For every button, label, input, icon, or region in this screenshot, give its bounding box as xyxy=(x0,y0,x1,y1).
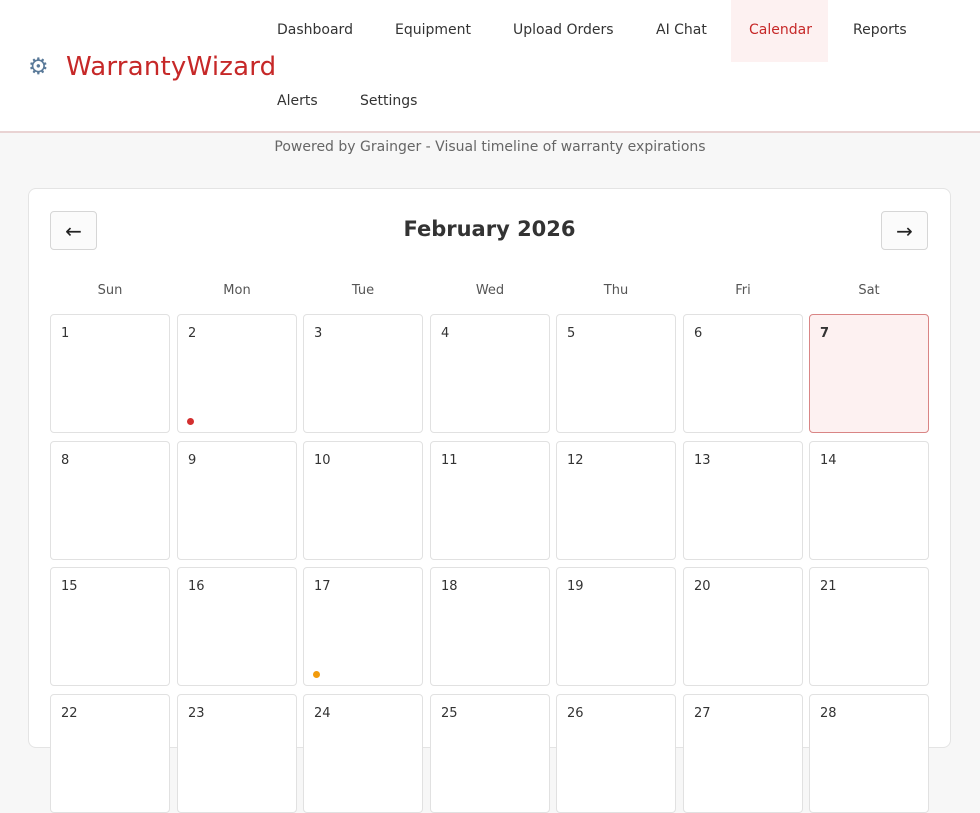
day-number: 8 xyxy=(61,453,70,468)
calendar-day[interactable]: 15 xyxy=(50,567,170,686)
day-number: 24 xyxy=(314,706,331,721)
day-number: 21 xyxy=(820,579,837,594)
day-number: 19 xyxy=(567,579,584,594)
weekday-sat: Sat xyxy=(858,283,880,298)
calendar-day[interactable]: 27 xyxy=(683,694,803,813)
next-month-button[interactable]: → xyxy=(881,211,928,250)
gear-icon: ⚙ xyxy=(28,54,49,80)
calendar-day[interactable]: 28 xyxy=(809,694,929,813)
calendar-day[interactable]: 21 xyxy=(809,567,929,686)
calendar-day[interactable]: 14 xyxy=(809,441,929,560)
calendar-day[interactable]: 10 xyxy=(303,441,423,560)
day-number: 28 xyxy=(820,706,837,721)
nav-settings[interactable]: Settings xyxy=(360,93,417,109)
month-title: February 2026 xyxy=(403,217,576,241)
day-number: 5 xyxy=(567,326,576,341)
calendar-day[interactable]: 16 xyxy=(177,567,297,686)
calendar-day[interactable]: 22 xyxy=(50,694,170,813)
nav-reports[interactable]: Reports xyxy=(853,22,907,38)
calendar-day[interactable]: 26 xyxy=(556,694,676,813)
day-number: 4 xyxy=(441,326,450,341)
day-number: 7 xyxy=(820,326,830,341)
day-number: 13 xyxy=(694,453,711,468)
day-number: 10 xyxy=(314,453,331,468)
nav-equipment[interactable]: Equipment xyxy=(395,22,471,38)
day-number: 15 xyxy=(61,579,78,594)
nav-dashboard[interactable]: Dashboard xyxy=(277,22,353,38)
brand[interactable]: ⚙ WarrantyWizard xyxy=(28,48,276,86)
nav-calendar[interactable]: Calendar xyxy=(749,22,812,38)
arrow-right-icon: → xyxy=(896,218,913,243)
brand-name: WarrantyWizard xyxy=(66,52,277,82)
weekday-mon: Mon xyxy=(223,283,251,298)
weekday-thu: Thu xyxy=(603,283,629,298)
weekday-tue: Tue xyxy=(351,283,375,298)
nav-alerts[interactable]: Alerts xyxy=(277,93,318,109)
top-navbar: ⚙ WarrantyWizard Dashboard Equipment Upl… xyxy=(0,0,980,133)
warranty-expiration-marker[interactable] xyxy=(313,671,320,678)
calendar-day[interactable]: 7 xyxy=(809,314,929,433)
day-number: 2 xyxy=(188,326,197,341)
calendar-day[interactable]: 20 xyxy=(683,567,803,686)
day-number: 6 xyxy=(694,326,703,341)
calendar-day[interactable]: 8 xyxy=(50,441,170,560)
day-number: 1 xyxy=(61,326,70,341)
weekday-wed: Wed xyxy=(475,283,505,298)
page-subtitle: Powered by Grainger - Visual timeline of… xyxy=(274,139,706,155)
calendar-day[interactable]: 17 xyxy=(303,567,423,686)
calendar-card: ← February 2026 → Sun Mon Tue Wed Thu Fr… xyxy=(28,188,951,813)
calendar-day[interactable]: 3 xyxy=(303,314,423,433)
calendar-day[interactable]: 2 xyxy=(177,314,297,433)
weekday-fri: Fri xyxy=(735,283,751,298)
calendar-day[interactable]: 9 xyxy=(177,441,297,560)
day-number: 16 xyxy=(188,579,205,594)
calendar-day[interactable]: 12 xyxy=(556,441,676,560)
nav-ai-chat[interactable]: AI Chat xyxy=(656,22,707,38)
warranty-expiration-marker[interactable] xyxy=(187,418,194,425)
weekday-sun: Sun xyxy=(97,283,123,298)
day-number: 3 xyxy=(314,326,323,341)
nav-upload-orders[interactable]: Upload Orders xyxy=(513,22,614,38)
day-number: 23 xyxy=(188,706,205,721)
day-number: 20 xyxy=(694,579,711,594)
calendar-day[interactable]: 25 xyxy=(430,694,550,813)
calendar-day[interactable]: 24 xyxy=(303,694,423,813)
day-number: 25 xyxy=(441,706,458,721)
calendar-day[interactable]: 5 xyxy=(556,314,676,433)
calendar-day[interactable]: 6 xyxy=(683,314,803,433)
day-number: 12 xyxy=(567,453,584,468)
calendar-day[interactable]: 23 xyxy=(177,694,297,813)
day-number: 11 xyxy=(441,453,458,468)
day-number: 22 xyxy=(61,706,78,721)
day-number: 9 xyxy=(188,453,197,468)
calendar-day[interactable]: 4 xyxy=(430,314,550,433)
calendar-day[interactable]: 18 xyxy=(430,567,550,686)
calendar-day[interactable]: 1 xyxy=(50,314,170,433)
day-number: 17 xyxy=(314,579,331,594)
calendar-day[interactable]: 13 xyxy=(683,441,803,560)
calendar-day[interactable]: 11 xyxy=(430,441,550,560)
day-number: 14 xyxy=(820,453,837,468)
day-number: 18 xyxy=(441,579,458,594)
day-number: 27 xyxy=(694,706,711,721)
calendar-day[interactable]: 19 xyxy=(556,567,676,686)
day-number: 26 xyxy=(567,706,584,721)
